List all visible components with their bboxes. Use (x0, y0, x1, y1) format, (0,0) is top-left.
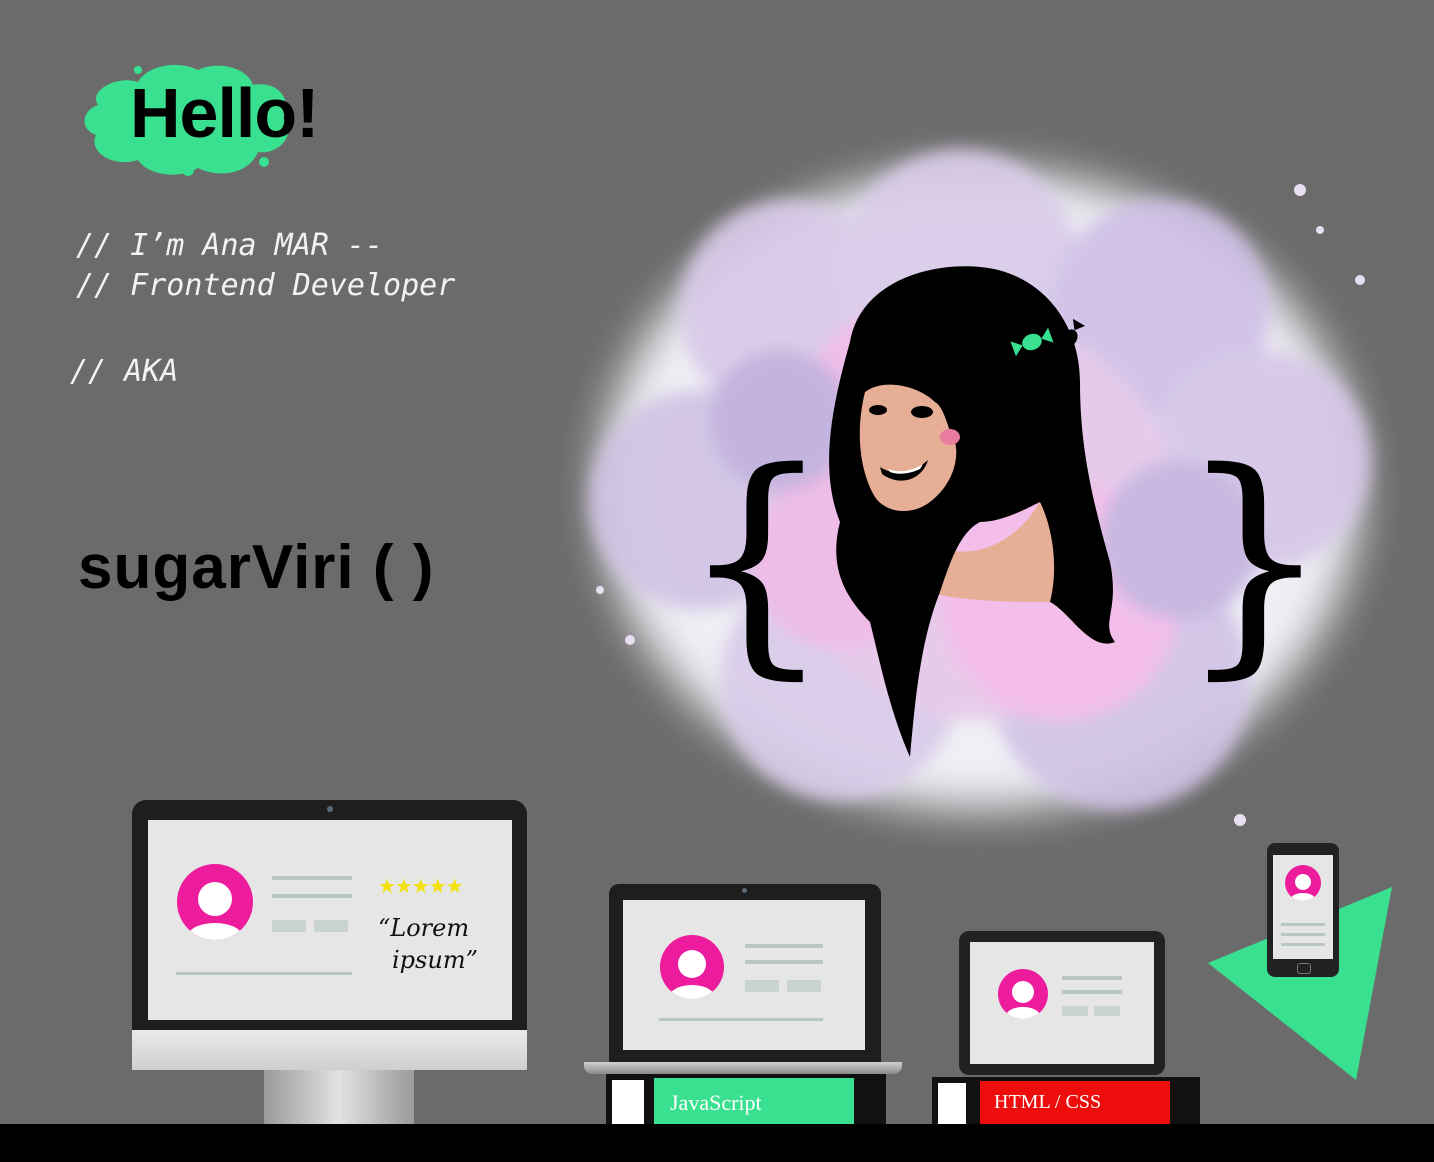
tablet-screen (970, 942, 1154, 1064)
intro-role-line: // Frontend Developer (76, 268, 456, 303)
html-css-book-label: HTML / CSS (994, 1091, 1102, 1113)
alias-heading: sugarViri ( ) (78, 533, 435, 602)
rating-stars: ★★★★★ (378, 876, 464, 898)
intro-aka-line: // AKA (70, 354, 179, 389)
javascript-book-label: JavaScript (670, 1090, 762, 1115)
javascript-book: JavaScript (606, 1074, 886, 1130)
portrait-illustration (829, 266, 1115, 757)
laptop-screen (623, 900, 865, 1050)
phone-screen (1273, 855, 1333, 959)
right-curly-brace: } (1178, 420, 1331, 700)
html-css-book: HTML / CSS (932, 1077, 1200, 1127)
laptop-base (584, 1062, 902, 1074)
avatar (998, 969, 1048, 1019)
tablet (959, 931, 1165, 1075)
monitor-screen: ★★★★★ “Lorem ipsum” (148, 820, 512, 1020)
monitor-chin (132, 1030, 527, 1070)
quote-line-1: “Lorem (378, 914, 470, 942)
smartphone (1267, 843, 1339, 977)
desktop-monitor: ★★★★★ “Lorem ipsum” (132, 800, 527, 1070)
intro-name-line: // I’m Ana MAR -- (76, 228, 384, 263)
monitor-camera (327, 806, 333, 812)
hello-heading: Hello! (130, 74, 319, 152)
quote-line-2: ipsum” (392, 946, 478, 974)
avatar (177, 864, 253, 940)
avatar (1285, 865, 1321, 901)
avatar (660, 935, 724, 999)
desk-surface (0, 1124, 1434, 1162)
laptop (609, 884, 881, 1062)
home-button (1297, 963, 1311, 974)
monitor-stand (264, 1070, 414, 1124)
